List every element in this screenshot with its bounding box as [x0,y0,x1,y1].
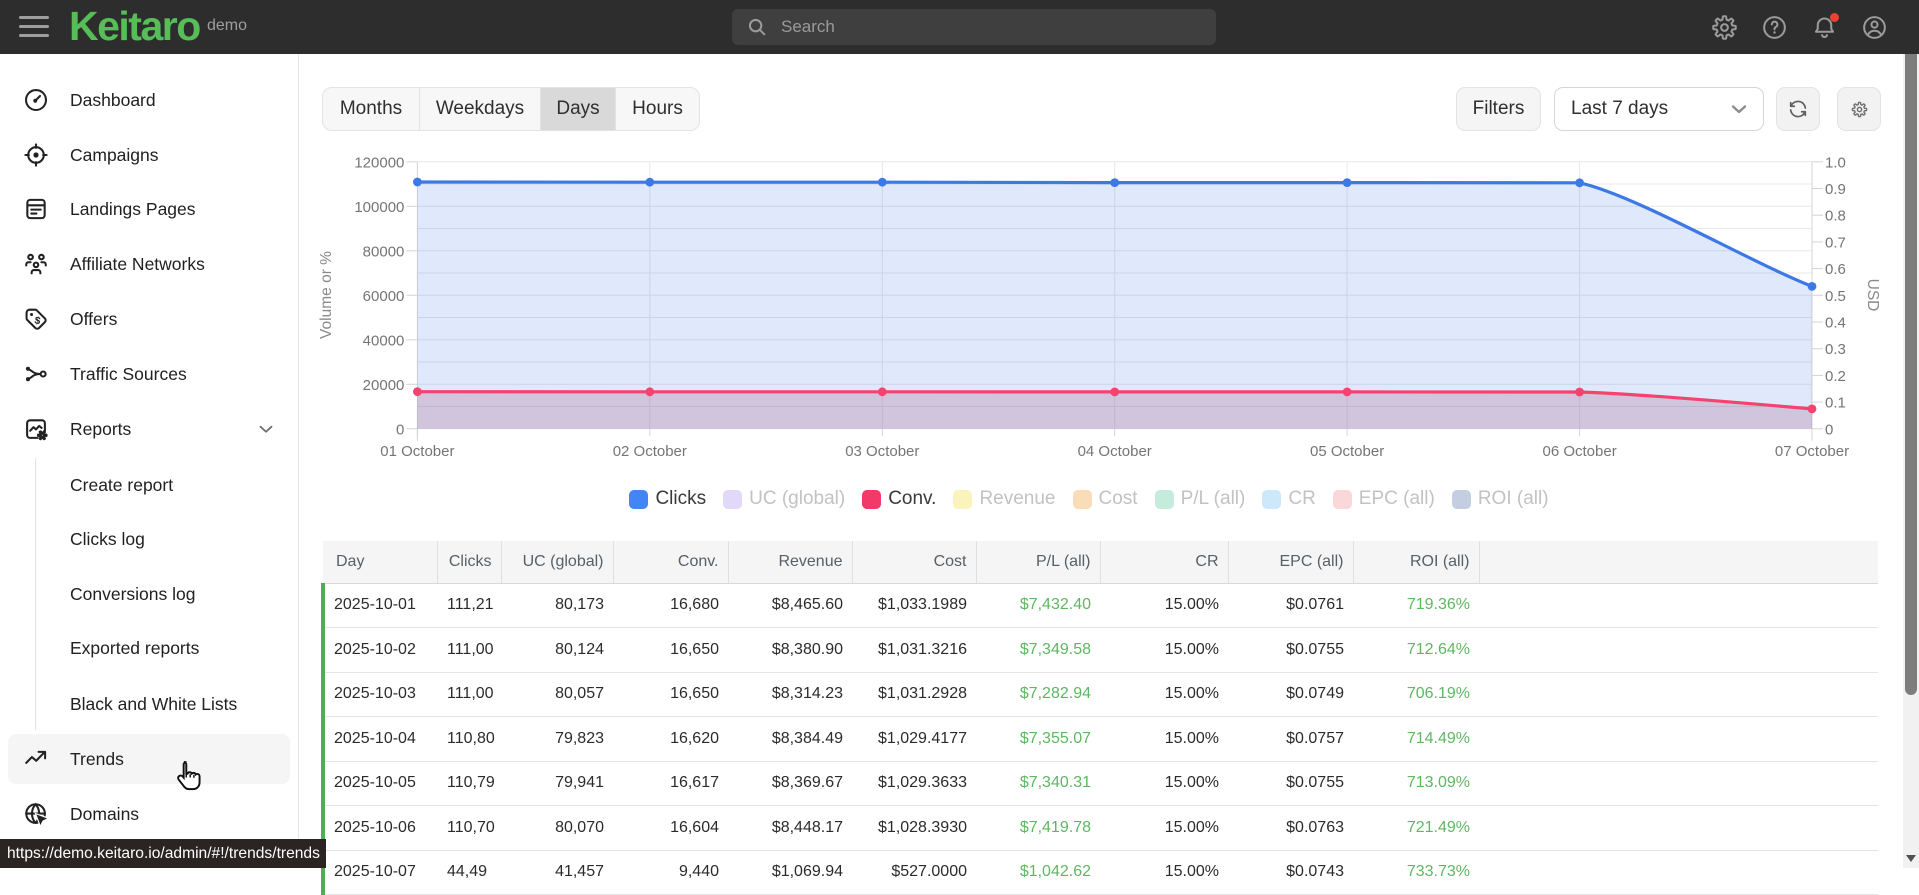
svg-text:100000: 100000 [354,199,404,216]
svg-text:0: 0 [396,421,404,438]
svg-text:120000: 120000 [354,154,404,171]
svg-text:20000: 20000 [363,377,405,394]
svg-text:USD: USD [1864,279,1881,312]
svg-text:Volume or %: Volume or % [318,251,335,339]
svg-text:01 October: 01 October [380,443,454,460]
svg-text:0.7: 0.7 [1825,234,1846,251]
svg-text:0: 0 [1825,421,1833,438]
svg-text:0.3: 0.3 [1825,341,1846,358]
svg-text:40000: 40000 [363,332,405,349]
svg-text:60000: 60000 [363,288,405,305]
svg-text:80000: 80000 [363,243,405,260]
svg-text:1.0: 1.0 [1825,154,1846,171]
svg-text:02 October: 02 October [613,443,687,460]
svg-text:07 October: 07 October [1775,443,1849,460]
svg-text:0.1: 0.1 [1825,395,1846,412]
svg-text:0.8: 0.8 [1825,208,1846,225]
svg-text:03 October: 03 October [845,443,919,460]
svg-text:0.9: 0.9 [1825,181,1846,198]
svg-text:05 October: 05 October [1310,443,1384,460]
svg-text:06 October: 06 October [1542,443,1616,460]
svg-text:0.4: 0.4 [1825,315,1846,332]
svg-text:0.6: 0.6 [1825,261,1846,278]
svg-text:0.5: 0.5 [1825,288,1846,305]
svg-text:04 October: 04 October [1078,443,1152,460]
svg-text:0.2: 0.2 [1825,368,1846,385]
